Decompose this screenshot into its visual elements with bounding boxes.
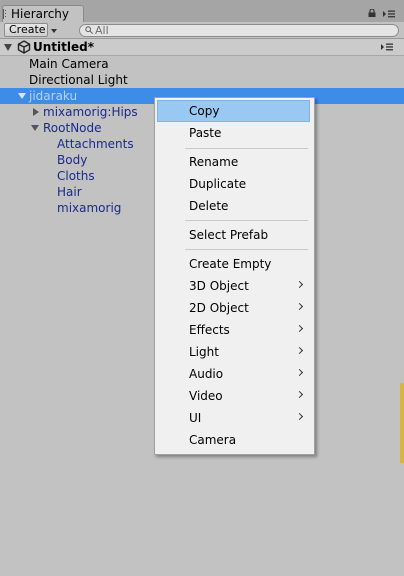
menu-item-light[interactable]: Light: [157, 341, 310, 363]
menu-item-label: 3D Object: [189, 279, 249, 293]
menu-item-label: Copy: [189, 104, 220, 118]
chevron-down-icon[interactable]: [51, 29, 57, 33]
fold-down-icon[interactable]: [4, 44, 12, 51]
menu-separator: [185, 249, 308, 250]
fold-right-icon[interactable]: [33, 108, 39, 116]
menu-item-2d-object[interactable]: 2D Object: [157, 297, 310, 319]
menu-item-copy[interactable]: Copy: [157, 100, 310, 122]
menu-item-label: Audio: [189, 367, 224, 381]
panel-menu-icon[interactable]: [383, 10, 395, 18]
menu-item-audio[interactable]: Audio: [157, 363, 310, 385]
tree-item-label: Body: [57, 153, 88, 167]
menu-item-video[interactable]: Video: [157, 385, 310, 407]
tree-item-main-camera[interactable]: Main Camera: [0, 56, 404, 72]
tree-item-label: mixamorig: [57, 201, 122, 215]
search-field[interactable]: All: [79, 24, 399, 37]
chevron-right-icon: [295, 280, 304, 289]
list-icon: [3, 9, 6, 19]
panel-edge: [400, 383, 404, 463]
chevron-right-icon: [295, 346, 304, 355]
menu-item-delete[interactable]: Delete: [157, 195, 310, 217]
menu-item-paste[interactable]: Paste: [157, 122, 310, 144]
lock-icon[interactable]: [368, 9, 376, 17]
menu-item-label: Rename: [189, 155, 239, 169]
menu-item-3d-object[interactable]: 3D Object: [157, 275, 310, 297]
chevron-right-icon: [295, 324, 304, 333]
menu-item-create-empty[interactable]: Create Empty: [157, 253, 310, 275]
fold-down-icon[interactable]: [31, 125, 39, 131]
tree-item-label: Hair: [57, 185, 82, 199]
tab-hierarchy[interactable]: Hierarchy: [2, 5, 84, 23]
menu-item-label: Create Empty: [189, 257, 272, 271]
menu-item-label: UI: [189, 411, 202, 425]
chevron-right-icon: [295, 412, 304, 421]
unity-scene-icon: [17, 40, 31, 54]
menu-item-label: Delete: [189, 199, 229, 213]
tab-strip: Hierarchy: [0, 0, 404, 23]
menu-separator: [185, 220, 308, 221]
tree-item-label: Main Camera: [29, 57, 109, 71]
search-icon: [85, 26, 93, 34]
tree-item-label: Directional Light: [29, 73, 128, 87]
scene-header[interactable]: Untitled*: [0, 39, 404, 56]
menu-item-effects[interactable]: Effects: [157, 319, 310, 341]
menu-item-label: Paste: [189, 126, 222, 140]
tree-item-label: jidaraku: [29, 89, 78, 103]
tree-item-label: Attachments: [57, 137, 134, 151]
chevron-right-icon: [295, 390, 304, 399]
tree-item-label: RootNode: [43, 121, 102, 135]
tree-item-label: Cloths: [57, 169, 95, 183]
menu-item-label: 2D Object: [189, 301, 249, 315]
scene-menu-icon[interactable]: [381, 43, 393, 51]
menu-item-camera[interactable]: Camera: [157, 429, 310, 451]
menu-item-ui[interactable]: UI: [157, 407, 310, 429]
menu-item-label: Select Prefab: [189, 228, 269, 242]
menu-item-label: Duplicate: [189, 177, 247, 191]
menu-separator: [185, 148, 308, 149]
search-placeholder: All: [95, 24, 109, 37]
menu-item-label: Video: [189, 389, 223, 403]
tree-item-directional-light[interactable]: Directional Light: [0, 72, 404, 88]
menu-item-label: Light: [189, 345, 219, 359]
tree-item-label: mixamorig:Hips: [43, 105, 138, 119]
scene-title: Untitled*: [33, 40, 94, 54]
chevron-right-icon: [295, 302, 304, 311]
context-menu: Copy Paste Rename Duplicate Delete Selec…: [154, 97, 315, 455]
menu-item-label: Camera: [189, 433, 237, 447]
fold-down-icon[interactable]: [18, 93, 26, 99]
tab-label: Hierarchy: [11, 7, 70, 21]
menu-item-select-prefab[interactable]: Select Prefab: [157, 224, 310, 246]
menu-item-duplicate[interactable]: Duplicate: [157, 173, 310, 195]
hierarchy-toolbar: Create All: [0, 22, 404, 39]
menu-item-rename[interactable]: Rename: [157, 151, 310, 173]
menu-item-label: Effects: [189, 323, 230, 337]
chevron-right-icon: [295, 368, 304, 377]
create-button[interactable]: Create: [4, 23, 48, 37]
